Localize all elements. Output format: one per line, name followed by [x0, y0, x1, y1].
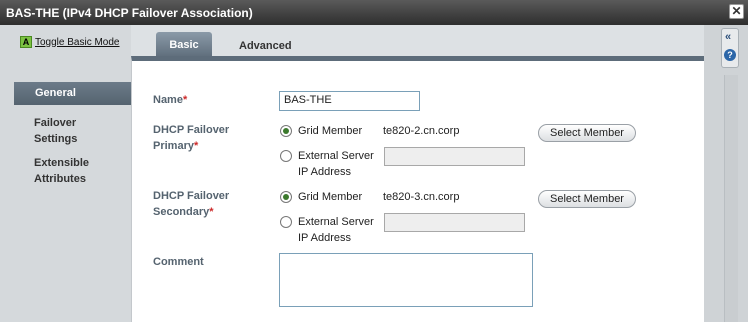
- primary-grid-member-value: te820-2.cn.corp: [383, 125, 460, 137]
- mode-indicator-icon: A: [20, 36, 32, 48]
- dialog-title-bar: BAS-THE (IPv4 DHCP Failover Association)…: [0, 0, 748, 25]
- secondary-grid-member-label: Grid Member: [298, 191, 363, 203]
- name-label: Name*: [153, 94, 188, 106]
- help-icon[interactable]: ?: [724, 49, 736, 61]
- comment-textarea[interactable]: [279, 253, 533, 307]
- secondary-external-server-label: External Server IP Address: [298, 216, 374, 244]
- tab-basic[interactable]: Basic: [156, 32, 212, 72]
- panel-controls: « ?: [721, 28, 739, 68]
- right-side-strip: « ?: [704, 25, 748, 322]
- primary-external-server-radio[interactable]: [280, 150, 292, 162]
- comment-label: Comment: [153, 256, 204, 268]
- vertical-scrollbar[interactable]: [724, 75, 738, 322]
- nav-item-extensible-attributes[interactable]: Extensible Attributes: [14, 155, 131, 187]
- primary-select-member-button[interactable]: Select Member: [538, 124, 636, 142]
- failover-secondary-label: DHCP Failover Secondary*: [153, 190, 230, 218]
- tab-advanced[interactable]: Advanced: [239, 40, 292, 52]
- nav-item-failover-settings[interactable]: Failover Settings: [14, 115, 131, 147]
- secondary-grid-member-value: te820-3.cn.corp: [383, 191, 460, 203]
- tab-bar: Basic Advanced: [131, 25, 704, 72]
- primary-ip-address-input: [384, 147, 525, 166]
- secondary-ip-address-input: [384, 213, 525, 232]
- toggle-basic-mode[interactable]: A Toggle Basic Mode: [20, 36, 120, 48]
- primary-grid-member-radio[interactable]: [280, 125, 292, 137]
- secondary-grid-member-radio[interactable]: [280, 191, 292, 203]
- toggle-basic-mode-link[interactable]: Toggle Basic Mode: [35, 37, 120, 48]
- dialog-body: A Toggle Basic Mode General Failover Sett…: [0, 25, 748, 322]
- nav-item-general[interactable]: General: [14, 82, 131, 105]
- close-icon[interactable]: ✕: [729, 4, 744, 19]
- failover-primary-label: DHCP Failover Primary*: [153, 124, 230, 152]
- primary-grid-member-label: Grid Member: [298, 125, 363, 137]
- secondary-external-server-radio[interactable]: [280, 216, 292, 228]
- primary-external-server-label: External Server IP Address: [298, 150, 374, 178]
- collapse-icon[interactable]: «: [725, 31, 731, 43]
- dialog-title: BAS-THE (IPv4 DHCP Failover Association): [6, 6, 253, 20]
- left-nav-panel: A Toggle Basic Mode General Failover Sett…: [0, 25, 131, 322]
- secondary-select-member-button[interactable]: Select Member: [538, 190, 636, 208]
- form-content: Name* BAS-THE DHCP Failover Primary* Gri…: [131, 56, 704, 322]
- name-input[interactable]: BAS-THE: [279, 91, 420, 111]
